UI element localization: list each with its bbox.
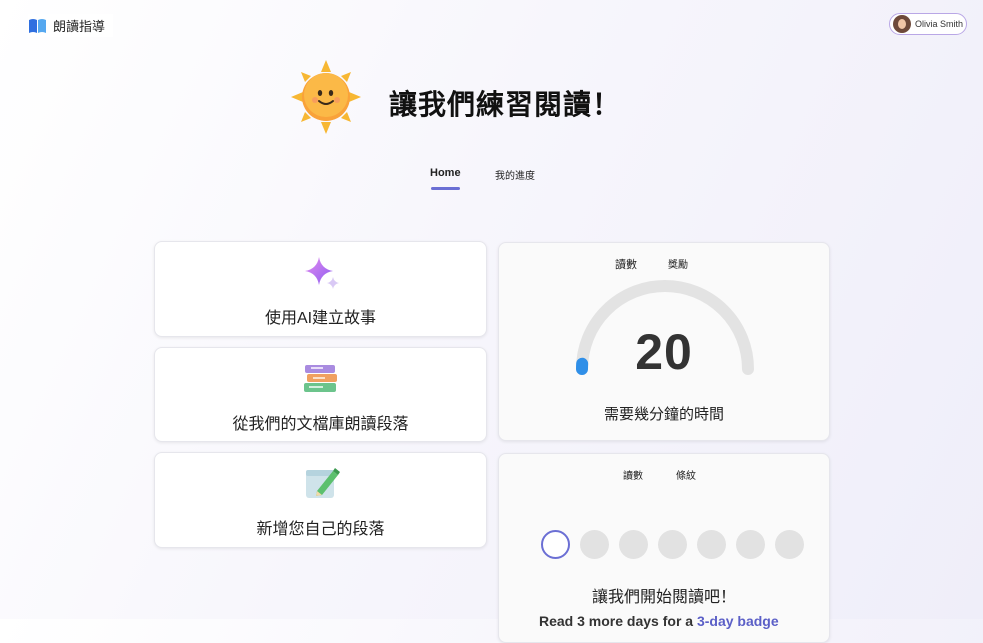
tab-my-progress[interactable]: 我的進度 bbox=[495, 167, 535, 182]
app-brand: 朗讀指導 bbox=[28, 14, 114, 37]
add-own-passage-label: 新增您自己的段落 bbox=[256, 521, 385, 538]
notebook-pencil-icon bbox=[306, 468, 340, 498]
badge-link[interactable]: 3-day badge bbox=[697, 613, 779, 629]
streak-subtext-prefix: Read 3 more days for a bbox=[539, 613, 697, 629]
create-ai-story-label: 使用AI建立故事 bbox=[264, 310, 377, 327]
book-icon bbox=[29, 18, 46, 33]
streak-day-3 bbox=[619, 530, 648, 559]
gauge-caption: 需要幾分鐘的時間 bbox=[603, 406, 724, 423]
streak-day-7 bbox=[775, 530, 804, 559]
streak-reading-label: 讀數 bbox=[623, 471, 643, 482]
streak-day-5 bbox=[697, 530, 726, 559]
app-title: 朗讀指導 bbox=[53, 19, 106, 34]
sun-mascot-icon bbox=[291, 60, 361, 134]
streak-days bbox=[541, 530, 804, 559]
gauge-value: 20 bbox=[635, 324, 693, 380]
page-title: 讓我們練習閱讀！ bbox=[389, 89, 622, 120]
library-passage-label: 從我們的文檔庫朗讀段落 bbox=[232, 416, 409, 433]
streak-day-2 bbox=[580, 530, 609, 559]
reading-minutes-card: 讀數 獎勵 20 需要幾分鐘的時間 bbox=[498, 242, 830, 441]
active-tab-indicator bbox=[431, 187, 460, 190]
reading-streak-card: 讀數 條紋 讓我們開始閱讀吧！ Read 3 more days for a 3… bbox=[498, 453, 830, 643]
streak-day-1 bbox=[541, 530, 570, 559]
streak-day-4 bbox=[658, 530, 687, 559]
avatar bbox=[893, 15, 911, 33]
sparkle-icon bbox=[305, 257, 339, 289]
tab-home[interactable]: Home bbox=[430, 167, 461, 179]
books-icon bbox=[304, 365, 337, 392]
streak-message: 讓我們開始閱讀吧！ bbox=[591, 589, 736, 606]
user-profile-button[interactable]: Olivia Smith bbox=[889, 13, 967, 35]
streak-subtext: Read 3 more days for a 3-day badge bbox=[539, 613, 779, 629]
user-name: Olivia Smith bbox=[915, 19, 964, 29]
streak-day-6 bbox=[736, 530, 765, 559]
streak-label: 條紋 bbox=[676, 471, 696, 482]
library-passage-card[interactable]: 從我們的文檔庫朗讀段落 bbox=[154, 347, 487, 442]
add-own-passage-card[interactable]: 新增您自己的段落 bbox=[154, 452, 487, 548]
create-ai-story-card[interactable]: 使用AI建立故事 bbox=[154, 241, 487, 337]
